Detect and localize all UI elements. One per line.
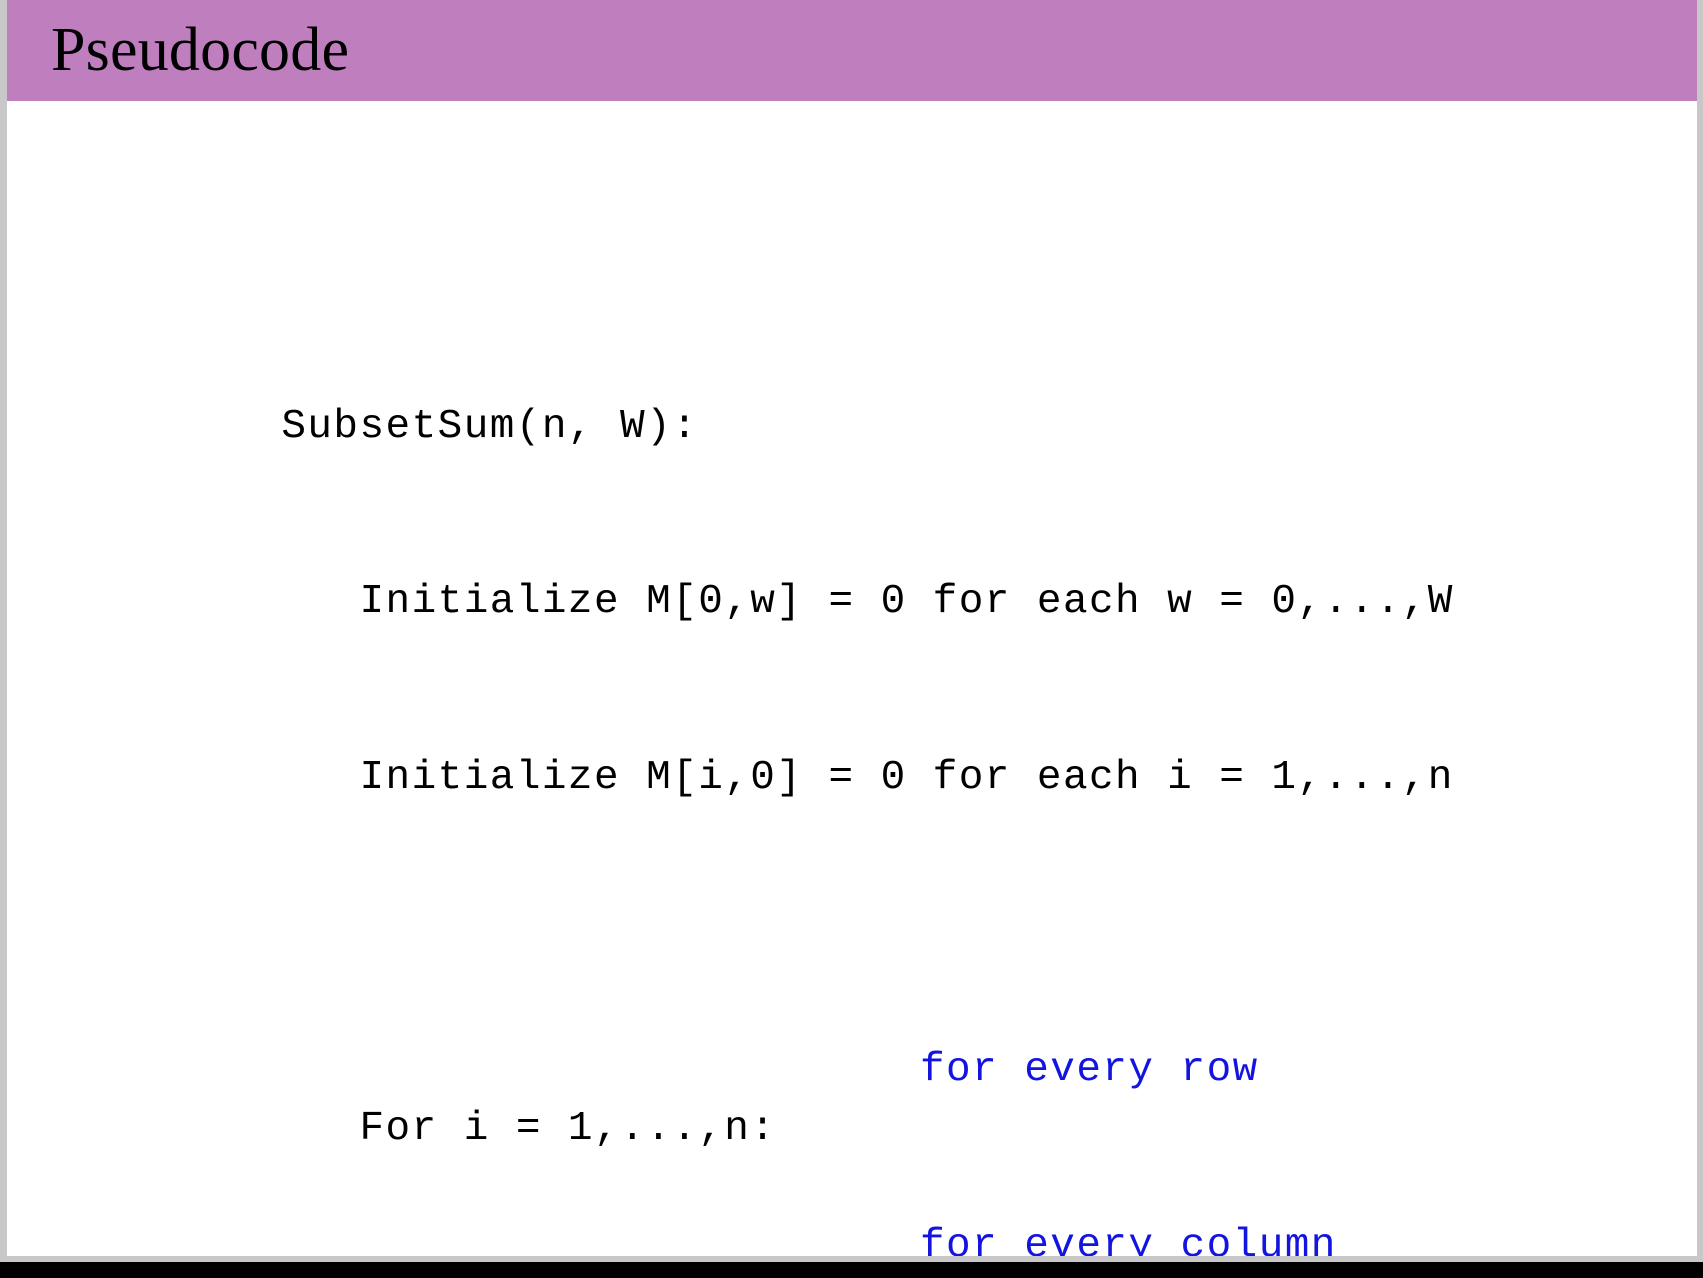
- code-line: For w = 0,...,W: for every column: [125, 1217, 1454, 1262]
- code-line: Initialize M[i,0] = 0 for each i = 1,...…: [125, 690, 1454, 801]
- code-line-text: For i = 1,...,n:: [281, 1105, 777, 1152]
- code-line-text: Initialize M[i,0] = 0 for each i = 1,...…: [281, 754, 1454, 801]
- code-line-text: Initialize M[0,w] = 0 for each w = 0,...…: [281, 579, 1454, 625]
- pseudocode-block: SubsetSum(n, W): Initialize M[0,w] = 0 f…: [125, 222, 1454, 1262]
- code-line: Initialize M[0,w] = 0 for each w = 0,...…: [125, 515, 1454, 625]
- code-line-comment: for every column: [920, 1222, 1337, 1262]
- screen-bottom-strip: [0, 1262, 1703, 1278]
- code-line: For i = 1,...,n: for every row: [125, 1041, 1454, 1152]
- slide-title-bar: Pseudocode: [7, 0, 1697, 101]
- page-title: Pseudocode: [51, 16, 350, 84]
- code-line: SubsetSum(n, W):: [125, 339, 1454, 450]
- presentation-slide: Pseudocode SubsetSum(n, W): Initialize M…: [0, 0, 1703, 1262]
- code-line-text: SubsetSum(n, W):: [281, 403, 699, 450]
- code-line-comment: for every row: [920, 1047, 1259, 1093]
